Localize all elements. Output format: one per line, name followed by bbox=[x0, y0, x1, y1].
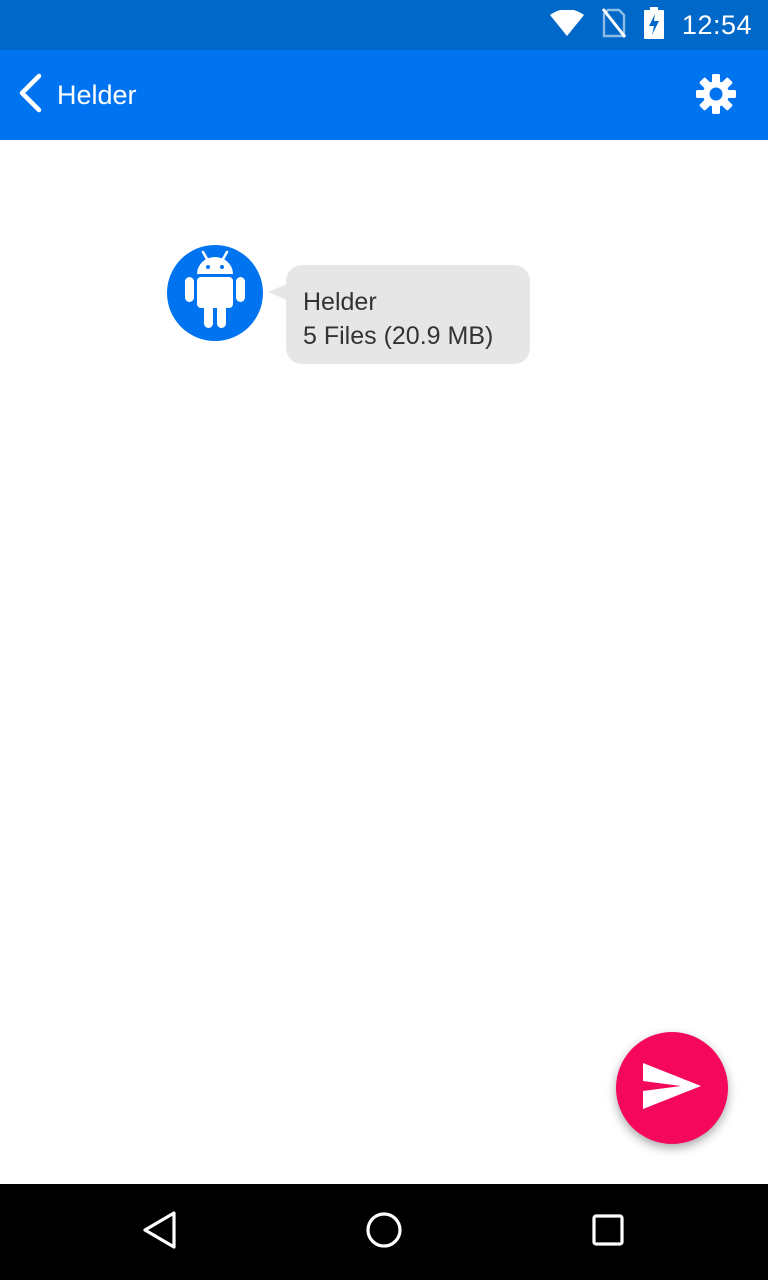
sender-name: Helder bbox=[303, 288, 377, 316]
nav-recents-button[interactable] bbox=[584, 1208, 632, 1256]
avatar[interactable] bbox=[167, 245, 263, 341]
app-bar: Helder bbox=[0, 50, 768, 140]
recents-square-icon bbox=[588, 1210, 628, 1255]
navigation-bar bbox=[0, 1184, 768, 1280]
no-sim-icon bbox=[601, 7, 627, 43]
message-bubble[interactable]: Helder 5 Files (20.9 MB) bbox=[286, 265, 530, 364]
bubble-tail bbox=[268, 284, 287, 300]
nav-back-button[interactable] bbox=[136, 1208, 184, 1256]
android-icon bbox=[183, 250, 247, 337]
send-icon bbox=[641, 1060, 703, 1117]
wifi-icon bbox=[549, 8, 584, 41]
status-bar: 12:54 bbox=[0, 0, 768, 50]
battery-charging-icon bbox=[643, 6, 664, 44]
back-triangle-icon bbox=[140, 1210, 180, 1255]
chevron-left-icon bbox=[17, 73, 43, 118]
send-button[interactable] bbox=[616, 1032, 728, 1144]
page-title: Helder bbox=[57, 80, 137, 110]
home-circle-icon bbox=[364, 1210, 404, 1255]
gear-icon bbox=[695, 73, 737, 120]
settings-button[interactable] bbox=[694, 73, 738, 120]
files-summary: 5 Files (20.9 MB) bbox=[303, 322, 494, 350]
status-icons: 12:54 bbox=[549, 0, 752, 50]
clock: 12:54 bbox=[681, 9, 752, 40]
screen: 12:54 Helder Helder 5 Files (20.9 MB) bbox=[0, 0, 768, 1280]
back-button[interactable] bbox=[10, 72, 50, 118]
nav-home-button[interactable] bbox=[360, 1208, 408, 1256]
